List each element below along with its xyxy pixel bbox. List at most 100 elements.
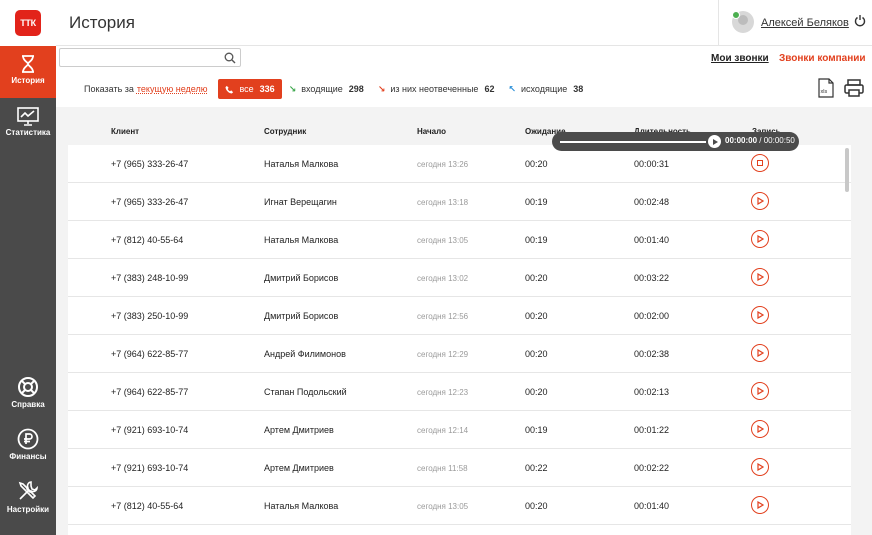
audio-player: 00:00:00 / 00:00:50 bbox=[552, 132, 799, 151]
online-status-dot bbox=[732, 11, 740, 19]
column-header-client[interactable]: Клиент bbox=[111, 127, 139, 136]
play-record-button[interactable] bbox=[751, 230, 769, 248]
period-selector[interactable]: текущую неделю bbox=[137, 84, 208, 94]
play-record-button[interactable] bbox=[751, 420, 769, 438]
table-row[interactable]: +7 (921) 693-10-74 Артем Дмитриев сегодня … bbox=[68, 449, 851, 487]
wait-time-cell: 00:19 bbox=[525, 425, 548, 435]
employee-cell: Игнат Верещагин bbox=[264, 197, 337, 207]
play-record-button[interactable] bbox=[751, 344, 769, 362]
client-cell: +7 (921) 693-10-74 bbox=[111, 463, 189, 473]
play-record-button[interactable] bbox=[751, 382, 769, 400]
start-time-cell: сегодня 12:29 bbox=[417, 350, 469, 359]
sidebar-item-settings[interactable]: Настройки bbox=[0, 479, 56, 515]
my-calls-link[interactable]: Мои звонки bbox=[711, 53, 769, 64]
sidebar-item-label: Финансы bbox=[9, 452, 47, 461]
stop-record-button[interactable] bbox=[751, 154, 769, 172]
user-name-link[interactable]: Алексей Беляков bbox=[761, 17, 849, 29]
table-row[interactable]: +7 (383) 250-10-99 Дмитрий Борисов сегодня… bbox=[68, 297, 851, 335]
table-row[interactable]: +7 (964) 622-85-77 Андрей Филимонов сегодн… bbox=[68, 335, 851, 373]
table-row[interactable]: +7 (964) 622-85-77 Стапан Подольский сегод… bbox=[68, 373, 851, 411]
play-button[interactable] bbox=[708, 135, 721, 148]
table-row[interactable]: +7 (812) 40-55-64 Наталья Малкова сегодня … bbox=[68, 487, 851, 525]
chip-label: исходящие bbox=[521, 84, 568, 94]
wait-time-cell: 00:20 bbox=[525, 311, 548, 321]
chip-label: все bbox=[239, 84, 254, 94]
table-row[interactable]: +7 (812) 40-55-64 Наталья Малкова сегодня … bbox=[68, 221, 851, 259]
sidebar-item-label: История bbox=[11, 76, 45, 85]
play-icon bbox=[757, 463, 764, 471]
table-row[interactable]: +7 (965) 333-26-47 Игнат Верещагин сегодня… bbox=[68, 183, 851, 221]
play-icon bbox=[757, 387, 764, 395]
sidebar-item-help[interactable]: Справка bbox=[0, 376, 56, 412]
wait-time-cell: 00:20 bbox=[525, 501, 548, 511]
print-icon[interactable] bbox=[844, 79, 864, 97]
filter-chip-outgoing[interactable]: ↖ исходящие 38 bbox=[501, 79, 591, 99]
start-time-cell: сегодня 12:23 bbox=[417, 388, 469, 397]
sidebar-item-finance[interactable]: Финансы bbox=[0, 428, 56, 464]
duration-cell: 00:01:22 bbox=[634, 425, 670, 435]
phone-icon bbox=[225, 85, 234, 94]
client-cell: +7 (964) 622-85-77 bbox=[111, 387, 189, 397]
start-time-cell: сегодня 13:05 bbox=[417, 236, 469, 245]
search-box bbox=[59, 48, 241, 68]
play-record-button[interactable] bbox=[751, 496, 769, 514]
wait-time-cell: 00:19 bbox=[525, 197, 548, 207]
tools-icon bbox=[18, 481, 39, 500]
employee-cell: Артем Дмитриев bbox=[264, 425, 334, 435]
logo-area[interactable]: ТТК bbox=[0, 0, 56, 46]
chip-label: входящие bbox=[301, 84, 343, 94]
wait-time-cell: 00:20 bbox=[525, 159, 548, 169]
lifebuoy-icon bbox=[18, 377, 38, 397]
play-record-button[interactable] bbox=[751, 458, 769, 476]
incoming-arrow-icon: ↘ bbox=[288, 83, 297, 94]
audio-progress-track[interactable] bbox=[560, 141, 706, 143]
sidebar: ТТК История Статистика Справка Финансы Н… bbox=[0, 0, 56, 535]
duration-cell: 00:02:48 bbox=[634, 197, 670, 207]
start-time-cell: сегодня 13:05 bbox=[417, 502, 469, 511]
filter-chip-all[interactable]: все 336 bbox=[218, 79, 282, 99]
wait-time-cell: 00:20 bbox=[525, 273, 548, 283]
play-icon bbox=[757, 273, 764, 281]
column-header-employee[interactable]: Сотрудник bbox=[264, 127, 306, 136]
column-header-start[interactable]: Начало bbox=[417, 127, 446, 136]
play-record-button[interactable] bbox=[751, 192, 769, 210]
table-row[interactable]: +7 (383) 248-10-99 Дмитрий Борисов сегодня… bbox=[68, 259, 851, 297]
duration-cell: 00:03:22 bbox=[634, 273, 670, 283]
filter-chip-incoming[interactable]: ↘ входящие 298 bbox=[281, 79, 371, 99]
start-time-cell: сегодня 13:26 bbox=[417, 160, 469, 169]
ruble-icon bbox=[17, 428, 39, 450]
company-calls-link[interactable]: Звонки компании bbox=[779, 53, 866, 64]
chip-label: из них неотвеченные bbox=[390, 84, 479, 94]
filter-bar: Показать за текущую неделю все 336 ↘ вхо… bbox=[68, 79, 591, 99]
duration-cell: 00:00:31 bbox=[634, 159, 670, 169]
chip-count: 336 bbox=[259, 84, 275, 94]
duration-cell: 00:02:00 bbox=[634, 311, 670, 321]
wait-time-cell: 00:22 bbox=[525, 463, 548, 473]
wait-time-cell: 00:19 bbox=[525, 235, 548, 245]
play-record-button[interactable] bbox=[751, 268, 769, 286]
xls-export-icon[interactable]: xls bbox=[818, 78, 834, 98]
employee-cell: Артем Дмитриев bbox=[264, 463, 334, 473]
play-record-button[interactable] bbox=[751, 306, 769, 324]
start-time-cell: сегодня 12:14 bbox=[417, 426, 469, 435]
page-title: История bbox=[69, 13, 135, 32]
scrollbar[interactable] bbox=[845, 148, 849, 192]
employee-cell: Дмитрий Борисов bbox=[264, 273, 339, 283]
client-cell: +7 (965) 333-26-47 bbox=[111, 197, 189, 207]
duration-cell: 00:02:13 bbox=[634, 387, 670, 397]
user-area: Алексей Беляков bbox=[718, 0, 872, 46]
filter-chip-missed[interactable]: ↘ из них неотвеченные 62 bbox=[370, 79, 502, 99]
search-input[interactable] bbox=[60, 51, 220, 68]
search-icon[interactable] bbox=[224, 52, 236, 64]
power-icon[interactable] bbox=[854, 14, 866, 27]
sidebar-item-statistics[interactable]: Статистика bbox=[0, 106, 56, 142]
play-icon bbox=[757, 425, 764, 433]
stop-icon bbox=[757, 160, 763, 166]
play-icon bbox=[757, 311, 764, 319]
client-cell: +7 (812) 40-55-64 bbox=[111, 501, 184, 511]
sidebar-item-history[interactable]: История bbox=[0, 46, 56, 98]
table-row[interactable]: +7 (921) 693-10-74 Артем Дмитриев сегодня … bbox=[68, 411, 851, 449]
play-icon bbox=[757, 197, 764, 205]
period-label: Показать за bbox=[84, 84, 134, 94]
client-cell: +7 (921) 693-10-74 bbox=[111, 425, 189, 435]
